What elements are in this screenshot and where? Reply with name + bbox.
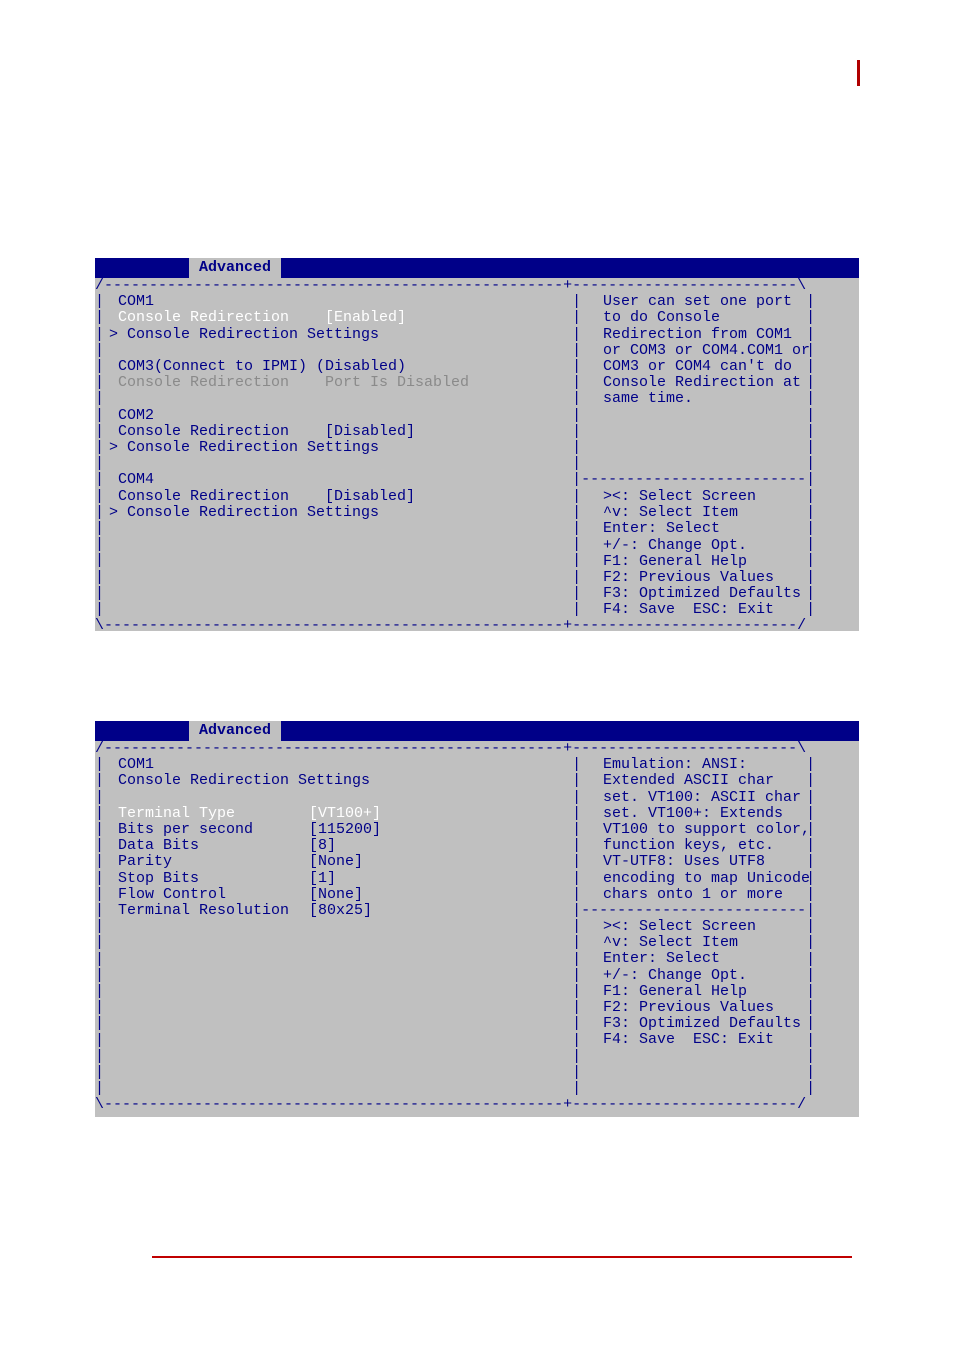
menu-bar[interactable]: Advanced — [95, 721, 859, 741]
bits-per-second-row[interactable]: Bits per second[115200] — [109, 821, 381, 838]
help-text: User can set one port to do Console Redi… — [603, 294, 810, 407]
footer-divider — [152, 1256, 852, 1258]
com4-console-redirection[interactable]: Console Redirection [Disabled] — [109, 488, 415, 505]
key-legend: ><: Select Screen ^v: Select Item Enter:… — [603, 489, 801, 619]
com2-console-redirection[interactable]: Console Redirection [Disabled] — [109, 423, 415, 440]
flow-control-row[interactable]: Flow Control[None] — [109, 886, 363, 903]
tab-advanced[interactable]: Advanced — [189, 258, 281, 278]
com1-header: COM1 — [109, 293, 154, 310]
stop-bits-row[interactable]: Stop Bits[1] — [109, 870, 336, 887]
tab-advanced[interactable]: Advanced — [189, 721, 281, 741]
left-pane: COM1 Console Redirection [Enabled] > Con… — [109, 294, 469, 521]
com1-title: COM1 — [109, 756, 154, 773]
help-text: Emulation: ANSI: Extended ASCII char set… — [603, 757, 810, 903]
terminal-type-row[interactable]: Terminal Type[VT100+] — [109, 805, 381, 822]
com2-settings-submenu[interactable]: > Console Redirection Settings — [109, 439, 379, 456]
com4-header: COM4 — [109, 471, 154, 488]
data-bits-row[interactable]: Data Bits[8] — [109, 837, 336, 854]
com2-header: COM2 — [109, 407, 154, 424]
key-legend: ><: Select Screen ^v: Select Item Enter:… — [603, 919, 801, 1049]
terminal-resolution-row[interactable]: Terminal Resolution[80x25] — [109, 902, 372, 919]
com1-subtitle: Console Redirection Settings — [109, 772, 370, 789]
bios-screen-com1-settings: Advanced /------------------------------… — [95, 721, 859, 1117]
com3-header: COM3(Connect to IPMI) (Disabled) — [109, 358, 406, 375]
com1-settings-submenu[interactable]: > Console Redirection Settings — [109, 326, 379, 343]
parity-row[interactable]: Parity[None] — [109, 853, 363, 870]
text-cursor — [857, 60, 860, 86]
com4-settings-submenu[interactable]: > Console Redirection Settings — [109, 504, 379, 521]
left-pane: COM1 Console Redirection Settings Termin… — [109, 757, 381, 919]
bios-screen-console-redirection: Advanced /------------------------------… — [95, 258, 859, 631]
com1-console-redirection[interactable]: Console Redirection [Enabled] — [109, 309, 406, 326]
com3-console-redirection: Console Redirection Port Is Disabled — [109, 374, 469, 391]
menu-bar[interactable]: Advanced — [95, 258, 859, 278]
